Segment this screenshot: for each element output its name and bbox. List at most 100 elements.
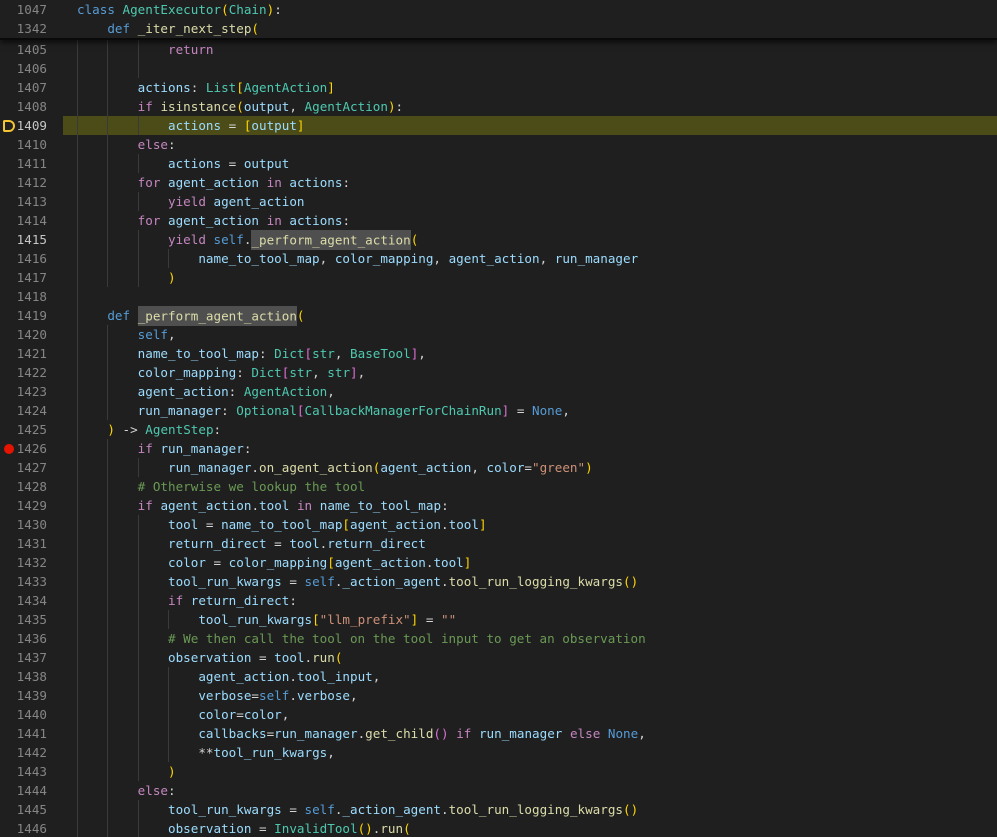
line-content[interactable]: yield agent_action: [63, 192, 997, 211]
gutter[interactable]: 1417: [0, 268, 63, 287]
line-number[interactable]: 1405: [0, 40, 47, 59]
code-line[interactable]: 1429 if agent_action.tool in name_to_too…: [0, 496, 997, 515]
gutter[interactable]: 1426: [0, 439, 63, 458]
line-number[interactable]: 1406: [0, 59, 47, 78]
line-number[interactable]: 1425: [0, 420, 47, 439]
code-line[interactable]: 1433 tool_run_kwargs = self._action_agen…: [0, 572, 997, 591]
line-content[interactable]: ) -> AgentStep:: [63, 420, 997, 439]
line-number[interactable]: 1421: [0, 344, 47, 363]
gutter[interactable]: 1406: [0, 59, 63, 78]
line-number[interactable]: 1418: [0, 287, 47, 306]
gutter[interactable]: 1342: [0, 19, 63, 38]
line-number[interactable]: 1415: [0, 230, 47, 249]
line-number[interactable]: 1416: [0, 249, 47, 268]
gutter[interactable]: 1413: [0, 192, 63, 211]
gutter[interactable]: 1407: [0, 78, 63, 97]
line-content[interactable]: actions = output: [63, 154, 997, 173]
gutter[interactable]: 1442: [0, 743, 63, 762]
code-line[interactable]: 1436 # We then call the tool on the tool…: [0, 629, 997, 648]
code-line[interactable]: 1442 **tool_run_kwargs,: [0, 743, 997, 762]
gutter[interactable]: 1410: [0, 135, 63, 154]
gutter[interactable]: 1412: [0, 173, 63, 192]
gutter[interactable]: 1414: [0, 211, 63, 230]
gutter[interactable]: 1423: [0, 382, 63, 401]
line-number[interactable]: 1437: [0, 648, 47, 667]
gutter[interactable]: 1415: [0, 230, 63, 249]
gutter[interactable]: 1408: [0, 97, 63, 116]
code-line[interactable]: 1411 actions = output: [0, 154, 997, 173]
code-line[interactable]: 1435 tool_run_kwargs["llm_prefix"] = "": [0, 610, 997, 629]
line-content[interactable]: observation = InvalidTool().run(: [63, 819, 997, 837]
line-number[interactable]: 1424: [0, 401, 47, 420]
line-number[interactable]: 1434: [0, 591, 47, 610]
line-number[interactable]: 1407: [0, 78, 47, 97]
line-number[interactable]: 1438: [0, 667, 47, 686]
line-content[interactable]: color_mapping: Dict[str, str],: [63, 363, 997, 382]
line-number[interactable]: 1423: [0, 382, 47, 401]
line-content[interactable]: ): [63, 762, 997, 781]
line-content[interactable]: tool = name_to_tool_map[agent_action.too…: [63, 515, 997, 534]
code-line[interactable]: 1443 ): [0, 762, 997, 781]
line-content[interactable]: self,: [63, 325, 997, 344]
line-content[interactable]: class AgentExecutor(Chain):: [63, 0, 997, 19]
line-content[interactable]: [63, 287, 997, 306]
line-content[interactable]: tool_run_kwargs = self._action_agent.too…: [63, 800, 997, 819]
code-line[interactable]: 1417 ): [0, 268, 997, 287]
line-content[interactable]: name_to_tool_map, color_mapping, agent_a…: [63, 249, 997, 268]
sticky-scroll[interactable]: 1047class AgentExecutor(Chain):1342 def …: [0, 0, 997, 40]
code-line[interactable]: 1427 run_manager.on_agent_action(agent_a…: [0, 458, 997, 477]
line-number[interactable]: 1440: [0, 705, 47, 724]
line-content[interactable]: # We then call the tool on the tool inpu…: [63, 629, 997, 648]
code-line[interactable]: 1407 actions: List[AgentAction]: [0, 78, 997, 97]
line-content[interactable]: actions = [output]: [63, 116, 997, 135]
line-content[interactable]: **tool_run_kwargs,: [63, 743, 997, 762]
line-content[interactable]: tool_run_kwargs = self._action_agent.too…: [63, 572, 997, 591]
line-number[interactable]: 1413: [0, 192, 47, 211]
line-number[interactable]: 1419: [0, 306, 47, 325]
code-line[interactable]: 1444 else:: [0, 781, 997, 800]
line-content[interactable]: if return_direct:: [63, 591, 997, 610]
gutter[interactable]: 1443: [0, 762, 63, 781]
gutter[interactable]: 1439: [0, 686, 63, 705]
code-line[interactable]: 1445 tool_run_kwargs = self._action_agen…: [0, 800, 997, 819]
gutter[interactable]: 1429: [0, 496, 63, 515]
line-number[interactable]: 1422: [0, 363, 47, 382]
code-line[interactable]: 1409 actions = [output]: [0, 116, 997, 135]
line-content[interactable]: def _iter_next_step(: [63, 19, 997, 38]
line-content[interactable]: run_manager.on_agent_action(agent_action…: [63, 458, 997, 477]
gutter[interactable]: 1438: [0, 667, 63, 686]
line-number[interactable]: 1431: [0, 534, 47, 553]
gutter[interactable]: 1431: [0, 534, 63, 553]
line-number[interactable]: 1432: [0, 553, 47, 572]
code-line[interactable]: 1418: [0, 287, 997, 306]
line-number[interactable]: 1433: [0, 572, 47, 591]
code-line[interactable]: 1425 ) -> AgentStep:: [0, 420, 997, 439]
gutter[interactable]: 1411: [0, 154, 63, 173]
code-line[interactable]: 1413 yield agent_action: [0, 192, 997, 211]
line-content[interactable]: yield self._perform_agent_action(: [63, 230, 997, 249]
code-line[interactable]: 1422 color_mapping: Dict[str, str],: [0, 363, 997, 382]
line-number[interactable]: 1446: [0, 819, 47, 837]
code-area[interactable]: 1405 return14061407 actions: List[AgentA…: [0, 40, 997, 837]
line-content[interactable]: return: [63, 40, 997, 59]
gutter[interactable]: 1420: [0, 325, 63, 344]
gutter[interactable]: 1432: [0, 553, 63, 572]
code-line[interactable]: 1405 return: [0, 40, 997, 59]
line-number[interactable]: 1430: [0, 515, 47, 534]
gutter[interactable]: 1428: [0, 477, 63, 496]
line-content[interactable]: # Otherwise we lookup the tool: [63, 477, 997, 496]
line-content[interactable]: run_manager: Optional[CallbackManagerFor…: [63, 401, 997, 420]
code-line[interactable]: 1414 for agent_action in actions:: [0, 211, 997, 230]
line-content[interactable]: for agent_action in actions:: [63, 211, 997, 230]
sticky-line[interactable]: 1342 def _iter_next_step(: [0, 19, 997, 38]
code-line[interactable]: 1439 verbose=self.verbose,: [0, 686, 997, 705]
gutter[interactable]: 1430: [0, 515, 63, 534]
line-number[interactable]: 1442: [0, 743, 47, 762]
line-number[interactable]: 1414: [0, 211, 47, 230]
code-line[interactable]: 1408 if isinstance(output, AgentAction):: [0, 97, 997, 116]
line-number[interactable]: 1444: [0, 781, 47, 800]
code-line[interactable]: 1423 agent_action: AgentAction,: [0, 382, 997, 401]
gutter[interactable]: 1419: [0, 306, 63, 325]
line-content[interactable]: observation = tool.run(: [63, 648, 997, 667]
line-number[interactable]: 1427: [0, 458, 47, 477]
